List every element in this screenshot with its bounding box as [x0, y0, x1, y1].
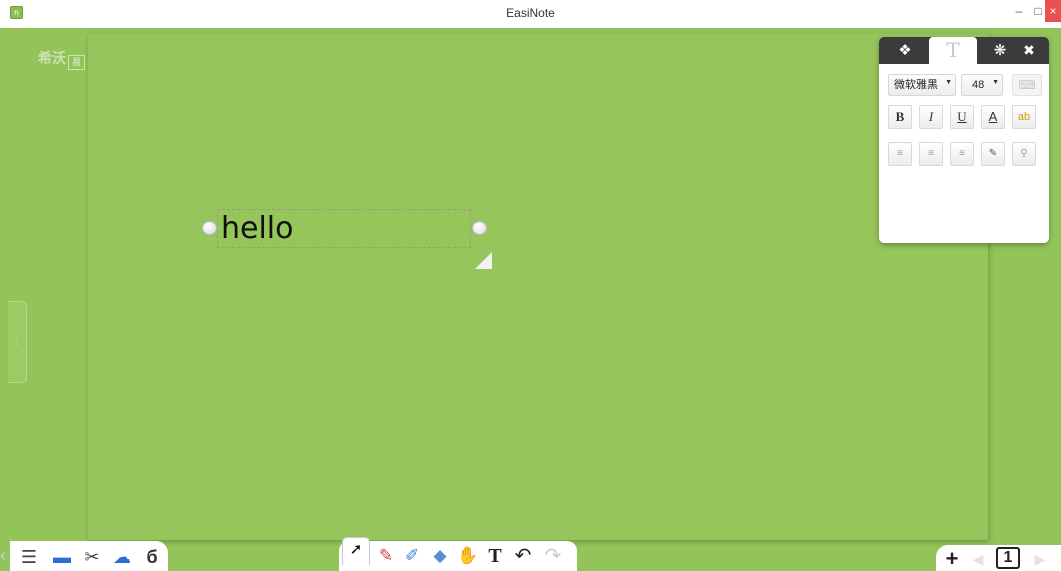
redo-icon[interactable]: ↷ [540, 543, 566, 569]
next-page-button[interactable]: ▶ [1030, 547, 1050, 571]
add-page-button[interactable]: + [940, 547, 964, 571]
resize-handle[interactable] [475, 252, 492, 269]
window-title: EasiNote [506, 6, 555, 20]
logo: 希沃易 [38, 48, 85, 70]
format-painter-button[interactable]: ✎ [981, 142, 1005, 166]
undo-icon[interactable]: ↶ [510, 543, 536, 569]
chevron-down-icon: ▼ [992, 79, 999, 86]
font-size-select[interactable]: 48 ▼ [961, 74, 1003, 96]
align-center-button[interactable]: ≡ [919, 142, 943, 166]
underline-button[interactable]: U [950, 105, 974, 129]
italic-button[interactable]: I [919, 105, 943, 129]
style-icon[interactable]: ❖ [884, 37, 926, 64]
bottom-left-toolbar: ☰ ▬ ✂ ☁ б [10, 541, 168, 571]
ruler-icon[interactable]: ✐ [400, 543, 424, 569]
minimize-button[interactable]: – [1011, 0, 1027, 22]
font-color-button[interactable]: A [981, 105, 1005, 129]
text-tool-icon[interactable]: T [484, 543, 506, 569]
panel-tab-bar: ❖ T ❋ ✖ [879, 37, 1049, 64]
font-family-value: 微软雅黑 [894, 79, 938, 91]
prev-page-button[interactable]: ◀ [968, 547, 988, 571]
display-icon[interactable]: ▬ [50, 545, 74, 569]
highlight-button[interactable]: ab [1012, 105, 1036, 129]
text-box[interactable]: hello [217, 209, 471, 248]
rotate-handle-right[interactable] [472, 221, 487, 235]
text-properties-panel: ❖ T ❋ ✖ 微软雅黑 ▼ 48 ▼ ⌨ B I U A ab ≡ ≡ ≡ ✎… [879, 37, 1049, 243]
chevron-down-icon: ▼ [945, 79, 952, 86]
align-right-button[interactable]: ≡ [950, 142, 974, 166]
maximize-button[interactable]: □ [1030, 0, 1046, 22]
hand-roam-icon[interactable]: ✋ [456, 543, 480, 569]
select-icon[interactable]: ➚ [342, 537, 370, 565]
page-number[interactable]: 1 [996, 547, 1020, 569]
font-family-select[interactable]: 微软雅黑 ▼ [888, 74, 956, 96]
keyboard-icon[interactable]: ⌨ [1012, 74, 1042, 96]
text-box-content[interactable]: hello [221, 211, 294, 246]
rotate-handle-left[interactable] [202, 221, 217, 235]
whiteboard-canvas[interactable] [88, 34, 988, 540]
eraser-icon[interactable]: ◆ [428, 543, 452, 569]
pen-icon[interactable]: ✎ [376, 543, 396, 569]
align-left-button[interactable]: ≡ [888, 142, 912, 166]
bold-button[interactable]: B [888, 105, 912, 129]
menu-icon[interactable]: ☰ [18, 545, 40, 569]
close-icon[interactable]: ✖ [1009, 37, 1049, 64]
title-bar: n EasiNote – □ × [0, 0, 1061, 28]
logo-mark: 易 [68, 55, 85, 70]
logo-text: 希沃 [38, 50, 66, 66]
side-drawer-handle[interactable]: ⋮ [8, 301, 27, 383]
font-size-value: 48 [972, 79, 985, 91]
cloud-icon[interactable]: ☁ [110, 545, 134, 569]
chevron-left-icon[interactable]: ‹ [0, 545, 10, 566]
subject-tools-icon[interactable]: б [140, 545, 164, 569]
tools-icon[interactable]: ✂ [80, 545, 104, 569]
text-icon[interactable]: T [929, 37, 977, 64]
link-button[interactable]: ⚲ [1012, 142, 1036, 166]
close-button[interactable]: × [1045, 0, 1061, 22]
